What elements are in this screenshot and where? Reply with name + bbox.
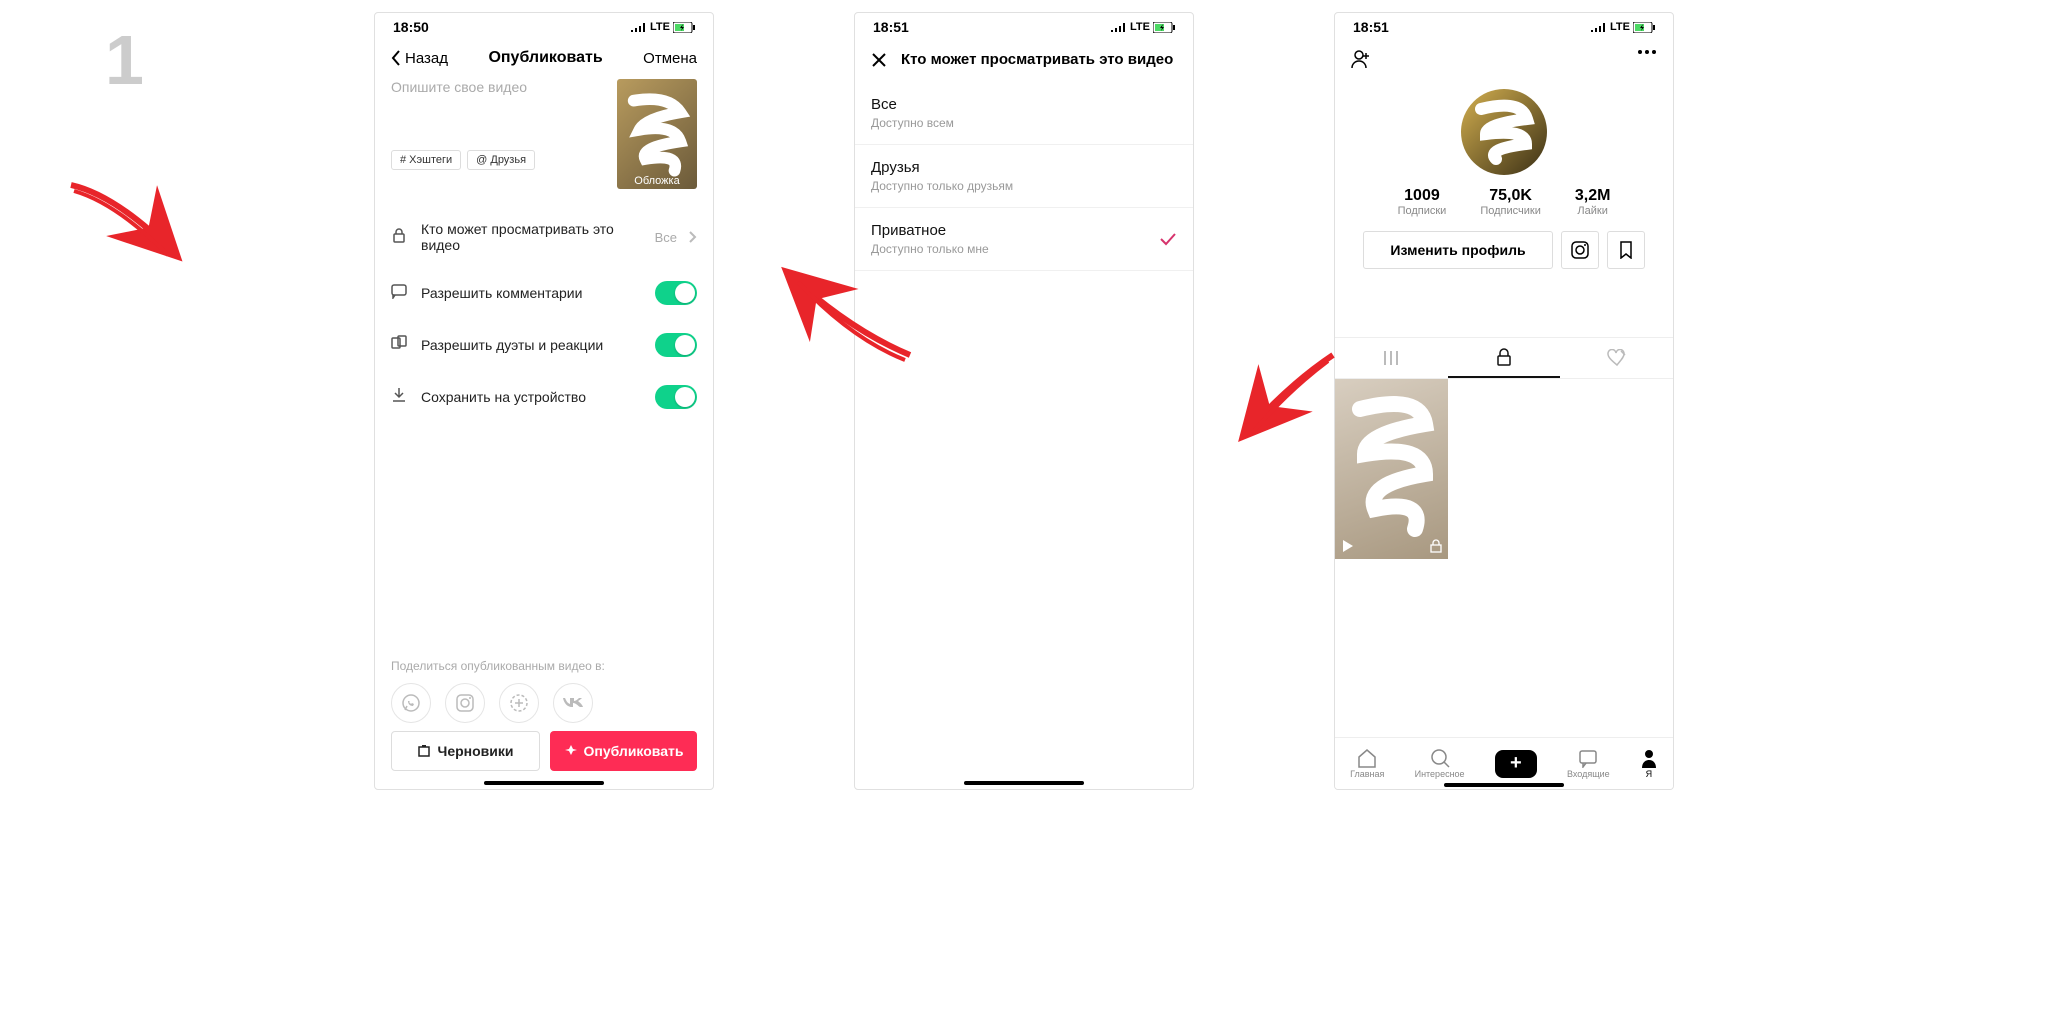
back-button[interactable]: Назад [391, 50, 448, 67]
vk-icon[interactable] [553, 683, 593, 723]
phone-1: 18:50 LTE Назад Опубликовать Отмена Опиш… [374, 12, 714, 790]
drafts-button[interactable]: Черновики [391, 731, 540, 771]
stat-following[interactable]: 1009Подписки [1398, 187, 1447, 217]
drafts-icon [417, 744, 431, 758]
nav-home[interactable]: Главная [1350, 748, 1384, 779]
cancel-button[interactable]: Отмена [643, 50, 697, 67]
option-all[interactable]: ВсеДоступно всем [855, 82, 1193, 145]
duet-icon [391, 335, 409, 356]
duets-row: Разрешить дуэты и реакции [375, 319, 713, 371]
scribble-icon [622, 89, 692, 182]
comments-label: Разрешить комментарии [421, 285, 643, 301]
privacy-label: Кто может просматривать это видео [421, 221, 643, 253]
status-bar: 18:51 LTE [1335, 13, 1673, 37]
publish-icon [564, 744, 578, 758]
bottom-nav: Главная Интересное + Входящие Я [1335, 737, 1673, 789]
lock-icon [391, 227, 409, 248]
privacy-value: Все [655, 230, 677, 245]
duets-label: Разрешить дуэты и реакции [421, 337, 643, 353]
scribble-icon [1335, 379, 1448, 559]
chevron-left-icon [391, 50, 401, 66]
cover-thumbnail[interactable]: Обложка [617, 79, 697, 189]
tab-private[interactable] [1448, 338, 1561, 378]
comments-toggle[interactable] [655, 281, 697, 305]
nav-me[interactable]: Я [1640, 748, 1658, 779]
cover-label: Обложка [617, 173, 697, 189]
battery-icon [673, 22, 695, 33]
nav-title: Опубликовать [488, 49, 602, 67]
nav-bar: Назад Опубликовать Отмена [375, 37, 713, 79]
publish-button[interactable]: Опубликовать [550, 731, 697, 771]
nav-create[interactable]: + [1495, 750, 1537, 778]
chevron-right-icon [689, 231, 697, 243]
friends-chip[interactable]: @ Друзья [467, 150, 535, 170]
bookmark-button[interactable] [1607, 231, 1645, 269]
save-toggle[interactable] [655, 385, 697, 409]
tab-liked[interactable] [1560, 338, 1673, 378]
caption-input[interactable]: Опишите свое видео [391, 79, 607, 95]
whatsapp-icon[interactable] [391, 683, 431, 723]
stat-likes[interactable]: 3,2MЛайки [1575, 187, 1611, 217]
play-icon [1341, 539, 1355, 553]
phone-2: 18:51 LTE Кто может просматривать это ви… [854, 12, 1194, 790]
nav-inbox[interactable]: Входящие [1567, 748, 1610, 779]
comment-icon [391, 283, 409, 304]
phone-3: 18:51 LTE 1009Подписки 75,0KПодписчики 3… [1334, 12, 1674, 790]
status-bar: 18:51 LTE [855, 13, 1193, 37]
stats: 1009Подписки 75,0KПодписчики 3,2MЛайки [1335, 187, 1673, 217]
home-indicator [964, 781, 1084, 785]
privacy-row[interactable]: Кто может просматривать это видео Все [375, 207, 713, 267]
instagram-button[interactable] [1561, 231, 1599, 269]
stories-icon[interactable] [499, 683, 539, 723]
nav-discover[interactable]: Интересное [1415, 748, 1465, 779]
status-time: 18:51 [1353, 19, 1389, 35]
lock-small-icon [1430, 539, 1442, 553]
tab-grid[interactable] [1335, 338, 1448, 378]
duets-toggle[interactable] [655, 333, 697, 357]
status-time: 18:50 [393, 19, 429, 35]
video-thumbnail[interactable] [1335, 379, 1448, 559]
avatar[interactable] [1461, 89, 1547, 175]
hashtags-chip[interactable]: # Хэштеги [391, 150, 461, 170]
status-time: 18:51 [873, 19, 909, 35]
share-label: Поделиться опубликованным видео в: [391, 659, 697, 673]
more-icon[interactable] [1637, 49, 1657, 55]
option-private[interactable]: ПриватноеДоступно только мне [855, 208, 1193, 271]
signal-icon [631, 22, 647, 32]
edit-profile-button[interactable]: Изменить профиль [1363, 231, 1552, 269]
modal-title: Кто может просматривать это видео [901, 51, 1173, 68]
option-friends[interactable]: ДрузьяДоступно только друзьям [855, 145, 1193, 208]
comments-row: Разрешить комментарии [375, 267, 713, 319]
home-indicator [484, 781, 604, 785]
home-indicator [1444, 783, 1564, 787]
save-row: Сохранить на устройство [375, 371, 713, 423]
check-icon [1159, 232, 1177, 246]
add-friend-icon[interactable] [1351, 49, 1371, 69]
stat-followers[interactable]: 75,0KПодписчики [1480, 187, 1541, 217]
status-right: LTE [631, 21, 695, 33]
instagram-icon[interactable] [445, 683, 485, 723]
save-label: Сохранить на устройство [421, 389, 643, 405]
step-number-1: 1 [105, 20, 144, 100]
close-icon[interactable] [871, 52, 887, 68]
download-icon [391, 387, 409, 408]
status-bar: 18:50 LTE [375, 13, 713, 37]
scribble-icon [1461, 89, 1547, 175]
